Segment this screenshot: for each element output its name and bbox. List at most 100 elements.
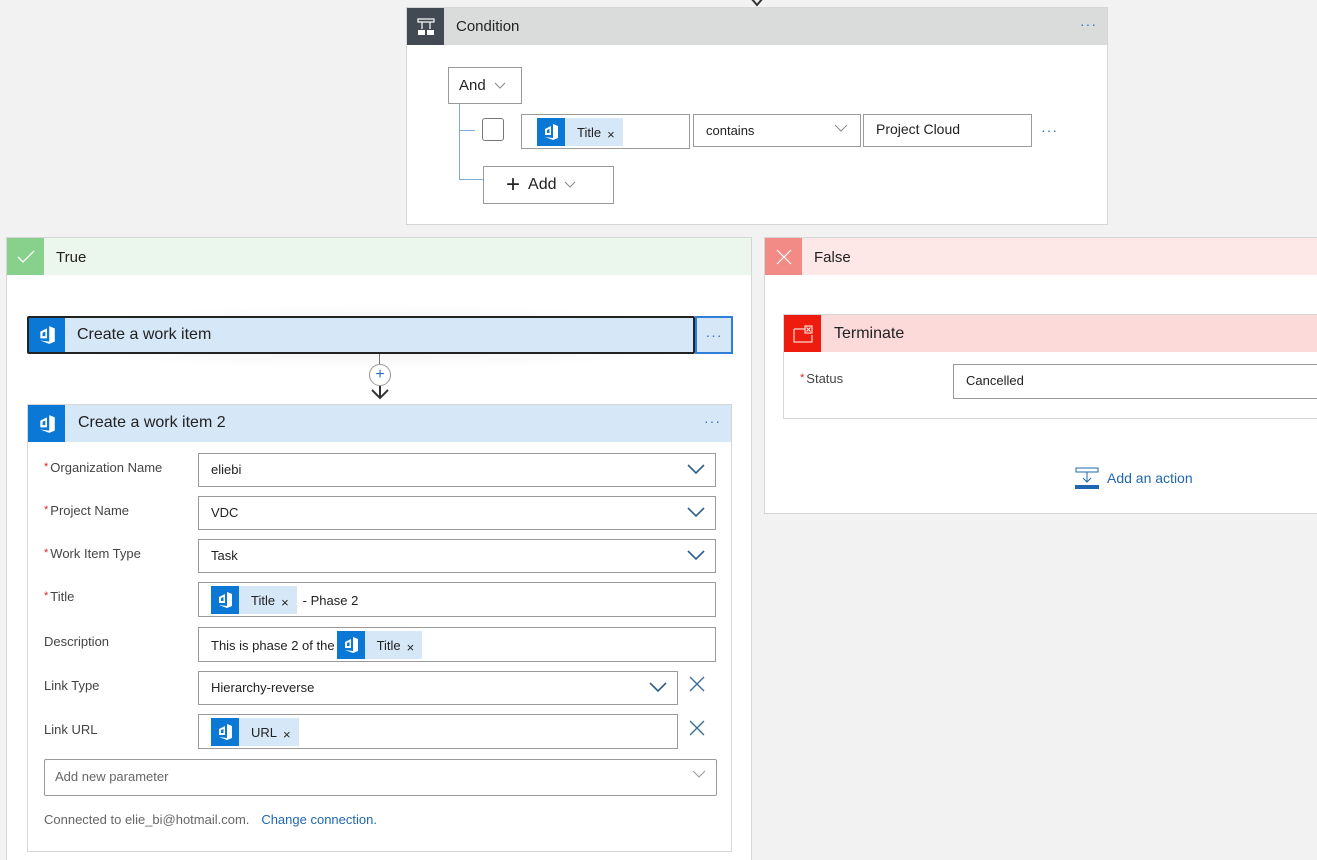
param-label: * Work Item Type <box>44 546 141 561</box>
add-label: Add <box>528 176 557 193</box>
plus-icon: + <box>375 366 385 383</box>
token-label: URL <box>251 724 278 740</box>
check-icon <box>7 238 44 275</box>
action-more-button[interactable]: ··· <box>704 413 721 429</box>
condition-header[interactable]: Condition ··· <box>407 8 1107 45</box>
azure-devops-icon <box>211 718 239 746</box>
required-marker: * <box>44 461 49 473</box>
condition-row-more-button[interactable]: ··· <box>1041 122 1058 138</box>
title-input[interactable]: Title × - Phase 2 <box>198 582 716 617</box>
dynamic-content-token[interactable]: Title × <box>211 586 297 614</box>
description-input[interactable]: This is phase 2 of the Title × <box>198 627 716 662</box>
connection-text: Connected to elie_bi@hotmail.com. <box>44 812 250 827</box>
token-remove-button[interactable]: × <box>277 727 299 742</box>
terminate-header[interactable]: Terminate <box>784 315 1317 352</box>
action-title: Create a work item <box>77 326 212 343</box>
param-label: Link URL <box>44 722 97 737</box>
field-value: Hierarchy-reverse <box>211 680 315 695</box>
token-label: Title <box>251 592 276 608</box>
dynamic-content-token[interactable]: Title × <box>537 118 623 146</box>
link-type-dropdown[interactable]: Hierarchy-reverse <box>198 671 678 705</box>
remove-link-url-button[interactable] <box>689 720 705 736</box>
param-label-text: Link URL <box>44 722 98 737</box>
condition-right-value: Project Cloud <box>876 121 961 137</box>
status-label-text: Status <box>806 371 844 386</box>
link-url-input[interactable]: URL × <box>198 714 678 749</box>
tree-line <box>459 130 475 131</box>
status-dropdown[interactable]: Cancelled <box>953 364 1317 399</box>
token-remove-button[interactable]: × <box>401 640 423 655</box>
chevron-down-icon <box>834 124 848 132</box>
param-label-text: Project Name <box>50 503 130 518</box>
action-title: Create a work item 2 <box>78 414 226 431</box>
chevron-down-icon <box>494 82 506 89</box>
add-parameter-placeholder: Add new parameter <box>55 769 169 784</box>
condition-row-checkbox[interactable] <box>482 118 504 141</box>
insert-step-button[interactable]: + <box>369 364 391 386</box>
change-connection-link[interactable]: Change connection. <box>261 812 377 827</box>
action-card-create-work-item-2: Create a work item 2 ··· * Organization N… <box>27 404 732 852</box>
add-new-parameter-dropdown[interactable]: Add new parameter <box>44 759 717 796</box>
field-value: eliebi <box>211 462 242 477</box>
true-branch-title: True <box>56 249 87 266</box>
terminate-icon <box>784 315 821 352</box>
condition-icon <box>407 8 444 45</box>
azure-devops-icon <box>336 631 365 659</box>
dynamic-content-token[interactable]: Title × <box>336 631 423 659</box>
and-operator-dropdown[interactable]: And <box>448 67 522 104</box>
param-label: * Organization Name <box>44 460 162 475</box>
token-remove-button[interactable]: × <box>601 127 623 142</box>
field-value: Task <box>211 548 238 563</box>
action-card-create-work-item[interactable]: Create a work item <box>27 316 695 354</box>
connection-info: Connected to elie_bi@hotmail.com. Change… <box>44 811 377 827</box>
terminate-title: Terminate <box>834 325 905 342</box>
action-more-button[interactable]: ··· <box>695 316 733 354</box>
add-an-action-button[interactable]: Add an action <box>1075 467 1193 489</box>
work-item-type-dropdown[interactable]: Task <box>198 539 716 573</box>
param-label-text: Description <box>44 634 110 649</box>
status-value: Cancelled <box>966 373 1024 388</box>
required-marker: * <box>44 504 49 516</box>
param-label: * Title <box>44 589 74 604</box>
dynamic-content-token[interactable]: URL × <box>211 718 299 746</box>
condition-title: Condition <box>456 18 520 35</box>
required-marker: * <box>44 590 49 602</box>
false-branch-header: False <box>765 238 1317 275</box>
title-suffix-text: - Phase 2 <box>302 592 359 608</box>
close-icon <box>765 238 802 275</box>
more-label: ··· <box>705 327 723 343</box>
arrow-down-icon <box>371 386 389 400</box>
param-label-text: Title <box>50 589 75 604</box>
add-condition-button[interactable]: + Add <box>483 166 614 204</box>
connector-line <box>379 354 380 364</box>
tree-line <box>459 179 483 180</box>
condition-operator-dropdown[interactable]: contains <box>693 114 861 147</box>
condition-left-operand-field[interactable]: Title × <box>521 114 690 149</box>
condition-card: Condition ··· And Title × contains Proje… <box>406 7 1108 225</box>
add-action-label: Add an action <box>1107 470 1193 486</box>
add-action-icon <box>1075 467 1099 489</box>
description-prefix-text: This is phase 2 of the <box>211 637 335 653</box>
field-value: VDC <box>211 505 239 520</box>
project-name-dropdown[interactable]: VDC <box>198 496 716 530</box>
param-label: * Project Name <box>44 503 129 518</box>
azure-devops-icon <box>28 405 65 442</box>
condition-more-button[interactable]: ··· <box>1080 16 1097 32</box>
false-branch: False Terminate * Status Cancelled Add a… <box>764 237 1317 514</box>
chevron-down-icon <box>565 181 576 188</box>
chevron-down-icon <box>649 682 667 693</box>
remove-link-type-button[interactable] <box>689 676 705 692</box>
condition-right-operand-field[interactable]: Project Cloud <box>863 114 1032 147</box>
plus-icon: + <box>506 171 521 198</box>
false-branch-title: False <box>814 249 851 266</box>
token-label: Title <box>577 124 602 140</box>
action-header[interactable]: Create a work item 2 ··· <box>28 405 731 442</box>
terminate-action-card: Terminate * Status Cancelled <box>783 314 1317 419</box>
param-label-text: Work Item Type <box>50 546 141 561</box>
param-label-text: Link Type <box>44 678 100 693</box>
param-label: Link Type <box>44 678 99 693</box>
required-marker: * <box>800 372 805 384</box>
token-remove-button[interactable]: × <box>275 595 297 610</box>
chevron-down-icon <box>692 770 706 778</box>
organization-name-dropdown[interactable]: eliebi <box>198 453 716 487</box>
